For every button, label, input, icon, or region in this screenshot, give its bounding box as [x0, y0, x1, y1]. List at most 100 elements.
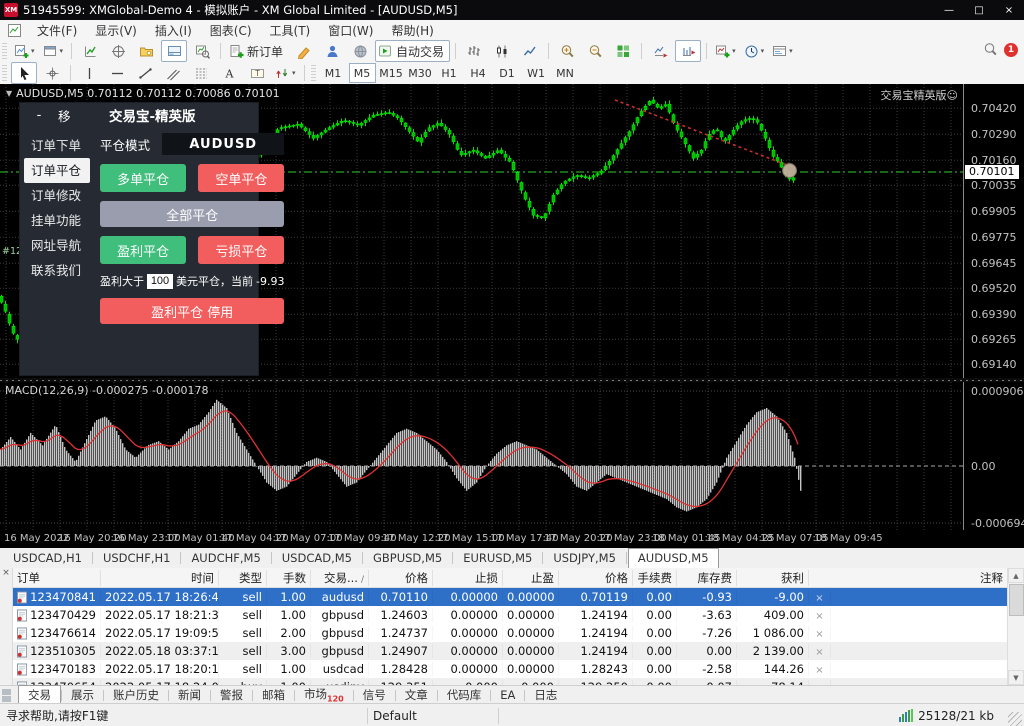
- panel-move-button[interactable]: 移: [58, 106, 71, 125]
- templates-button[interactable]: ▾: [769, 40, 796, 62]
- terminal-scrollbar[interactable]: ▲ ▼: [1007, 568, 1024, 685]
- column-header-order[interactable]: 订单: [13, 570, 101, 586]
- text-button[interactable]: A: [216, 62, 242, 84]
- terminal-tab-4[interactable]: 警报: [211, 686, 252, 705]
- trend-line-button[interactable]: [132, 62, 158, 84]
- panel-minimize-button[interactable]: -: [32, 108, 46, 123]
- panel-menu-item-3[interactable]: 挂单功能: [24, 208, 90, 233]
- order-row[interactable]: 1234708412022.05.17 18:26:48sell1.00audu…: [13, 588, 1008, 606]
- order-row[interactable]: 1234704292022.05.17 18:21:39sell1.00gbpu…: [13, 606, 1008, 624]
- market-watch-button[interactable]: [77, 40, 103, 62]
- column-header-commission[interactable]: 手续费: [633, 570, 677, 586]
- close-terminal-button[interactable]: ×: [2, 568, 10, 578]
- cursor-button[interactable]: [11, 62, 37, 84]
- close-all-button[interactable]: 全部平仓: [100, 201, 284, 227]
- chart-line-button[interactable]: [517, 40, 543, 62]
- chart-tab-usdchf-h1[interactable]: USDCHF,H1: [94, 549, 179, 568]
- timeframe-m15-button[interactable]: M15: [378, 63, 405, 83]
- navigator-button[interactable]: [133, 40, 159, 62]
- notifications-badge[interactable]: 1: [1004, 43, 1018, 57]
- status-profile[interactable]: Default: [373, 709, 493, 723]
- close-losing-button[interactable]: 亏损平仓: [198, 236, 284, 264]
- terminal-button[interactable]: [161, 40, 187, 62]
- trade-panel-header[interactable]: - 移 交易宝-精英版: [20, 103, 258, 127]
- close-long-button[interactable]: 多单平仓: [100, 164, 186, 192]
- chart-tab-usdcad-h1[interactable]: USDCAD,H1: [4, 549, 91, 568]
- order-row[interactable]: 1235103052022.05.18 03:37:11sell3.00gbpu…: [13, 642, 1008, 660]
- strategy-tester-button[interactable]: [189, 40, 215, 62]
- chart-tab-eurusd-m5[interactable]: EURUSD,M5: [454, 549, 541, 568]
- chart-bars-button[interactable]: [461, 40, 487, 62]
- profiles-button[interactable]: ▾: [40, 40, 67, 62]
- order-row[interactable]: 1234766142022.05.17 19:09:58sell2.00gbpu…: [13, 624, 1008, 642]
- horizontal-line-button[interactable]: [104, 62, 130, 84]
- terminal-tab-2[interactable]: 账户历史: [104, 686, 168, 705]
- toolbar-grip[interactable]: [311, 65, 316, 81]
- menu-item-4[interactable]: 工具(T): [261, 22, 320, 39]
- panel-menu-item-4[interactable]: 网址导航: [24, 233, 90, 258]
- zoom-out-button[interactable]: [582, 40, 608, 62]
- menu-item-6[interactable]: 帮助(H): [382, 22, 442, 39]
- chart-candles-button[interactable]: [489, 40, 515, 62]
- close-short-button[interactable]: 空单平仓: [198, 164, 284, 192]
- terminal-tab-5[interactable]: 邮箱: [253, 686, 294, 705]
- close-order-icon[interactable]: ×: [815, 593, 823, 604]
- auto-scroll-button[interactable]: [647, 40, 673, 62]
- timeframe-h1-button[interactable]: H1: [436, 63, 463, 83]
- panel-menu-item-1[interactable]: 订单平仓: [24, 158, 90, 183]
- terminal-tab-3[interactable]: 新闻: [169, 686, 210, 705]
- metaeditor-button[interactable]: [291, 40, 317, 62]
- menu-item-1[interactable]: 显示(V): [86, 22, 146, 39]
- tile-windows-button[interactable]: [610, 40, 636, 62]
- timeframe-h4-button[interactable]: H4: [465, 63, 492, 83]
- chart-shift-button[interactable]: [675, 40, 701, 62]
- new-order-button[interactable]: 新订单: [226, 40, 289, 62]
- close-order-icon[interactable]: ×: [815, 665, 823, 676]
- column-header-tp[interactable]: 止盈: [503, 570, 559, 586]
- chart-tab-audusd-m5[interactable]: AUDUSD,M5: [628, 548, 719, 569]
- new-chart-button[interactable]: ▾: [11, 40, 38, 62]
- fibonacci-button[interactable]: [188, 62, 214, 84]
- price-axis[interactable]: 0.70101 0.704200.702900.701600.700350.69…: [963, 84, 1024, 530]
- scroll-down-button[interactable]: ▼: [1008, 670, 1024, 685]
- arrows-button[interactable]: ▾: [272, 62, 299, 84]
- resize-grip[interactable]: [1008, 712, 1022, 726]
- chart-tab-audchf-m5[interactable]: AUDCHF,M5: [182, 549, 269, 568]
- text-label-button[interactable]: T: [244, 62, 270, 84]
- column-header-lots[interactable]: 手数: [267, 570, 311, 586]
- panel-menu-item-0[interactable]: 订单下单: [24, 133, 90, 158]
- timeframe-d1-button[interactable]: D1: [494, 63, 521, 83]
- terminal-tab-7[interactable]: 信号: [354, 686, 395, 705]
- scroll-up-button[interactable]: ▲: [1008, 568, 1024, 583]
- close-order-icon[interactable]: ×: [815, 611, 823, 622]
- chart-tab-usdcad-m5[interactable]: USDCAD,M5: [273, 549, 361, 568]
- column-header-profit[interactable]: 获利: [737, 570, 809, 586]
- column-header-comment[interactable]: 注释: [831, 570, 1008, 586]
- sounds-button[interactable]: [347, 40, 373, 62]
- column-header-symbol[interactable]: 交易...∕: [311, 570, 369, 586]
- panel-menu-item-5[interactable]: 联系我们: [24, 258, 90, 283]
- close-profitable-button[interactable]: 盈利平仓: [100, 236, 186, 264]
- window-minimize-button[interactable]: —: [934, 0, 964, 20]
- chart-tab-usdjpy-m5[interactable]: USDJPY,M5: [544, 549, 625, 568]
- toolbar-grip[interactable]: [2, 65, 7, 81]
- profit-threshold-input[interactable]: [147, 274, 173, 289]
- close-order-icon[interactable]: ×: [815, 629, 823, 640]
- chart-area[interactable]: ▼ AUDUSD,M5 0.70112 0.70112 0.70086 0.70…: [0, 84, 1024, 548]
- menu-item-3[interactable]: 图表(C): [201, 22, 261, 39]
- column-header-price2[interactable]: 价格: [559, 570, 633, 586]
- column-header-sl[interactable]: 止损: [433, 570, 503, 586]
- community-button[interactable]: [319, 40, 345, 62]
- zoom-in-button[interactable]: [554, 40, 580, 62]
- channel-button[interactable]: [160, 62, 186, 84]
- timeframe-m30-button[interactable]: M30: [407, 63, 434, 83]
- pane-splitter[interactable]: [0, 378, 1024, 382]
- periods-button[interactable]: ▾: [741, 40, 768, 62]
- terminal-tab-11[interactable]: 日志: [525, 686, 566, 705]
- window-maximize-button[interactable]: □: [964, 0, 994, 20]
- terminal-tab-9[interactable]: 代码库: [438, 686, 491, 705]
- timeframe-m5-button[interactable]: M5: [349, 63, 376, 83]
- vertical-line-button[interactable]: [76, 62, 102, 84]
- autotrading-button[interactable]: 自动交易: [375, 40, 450, 62]
- timeframe-m1-button[interactable]: M1: [320, 63, 347, 83]
